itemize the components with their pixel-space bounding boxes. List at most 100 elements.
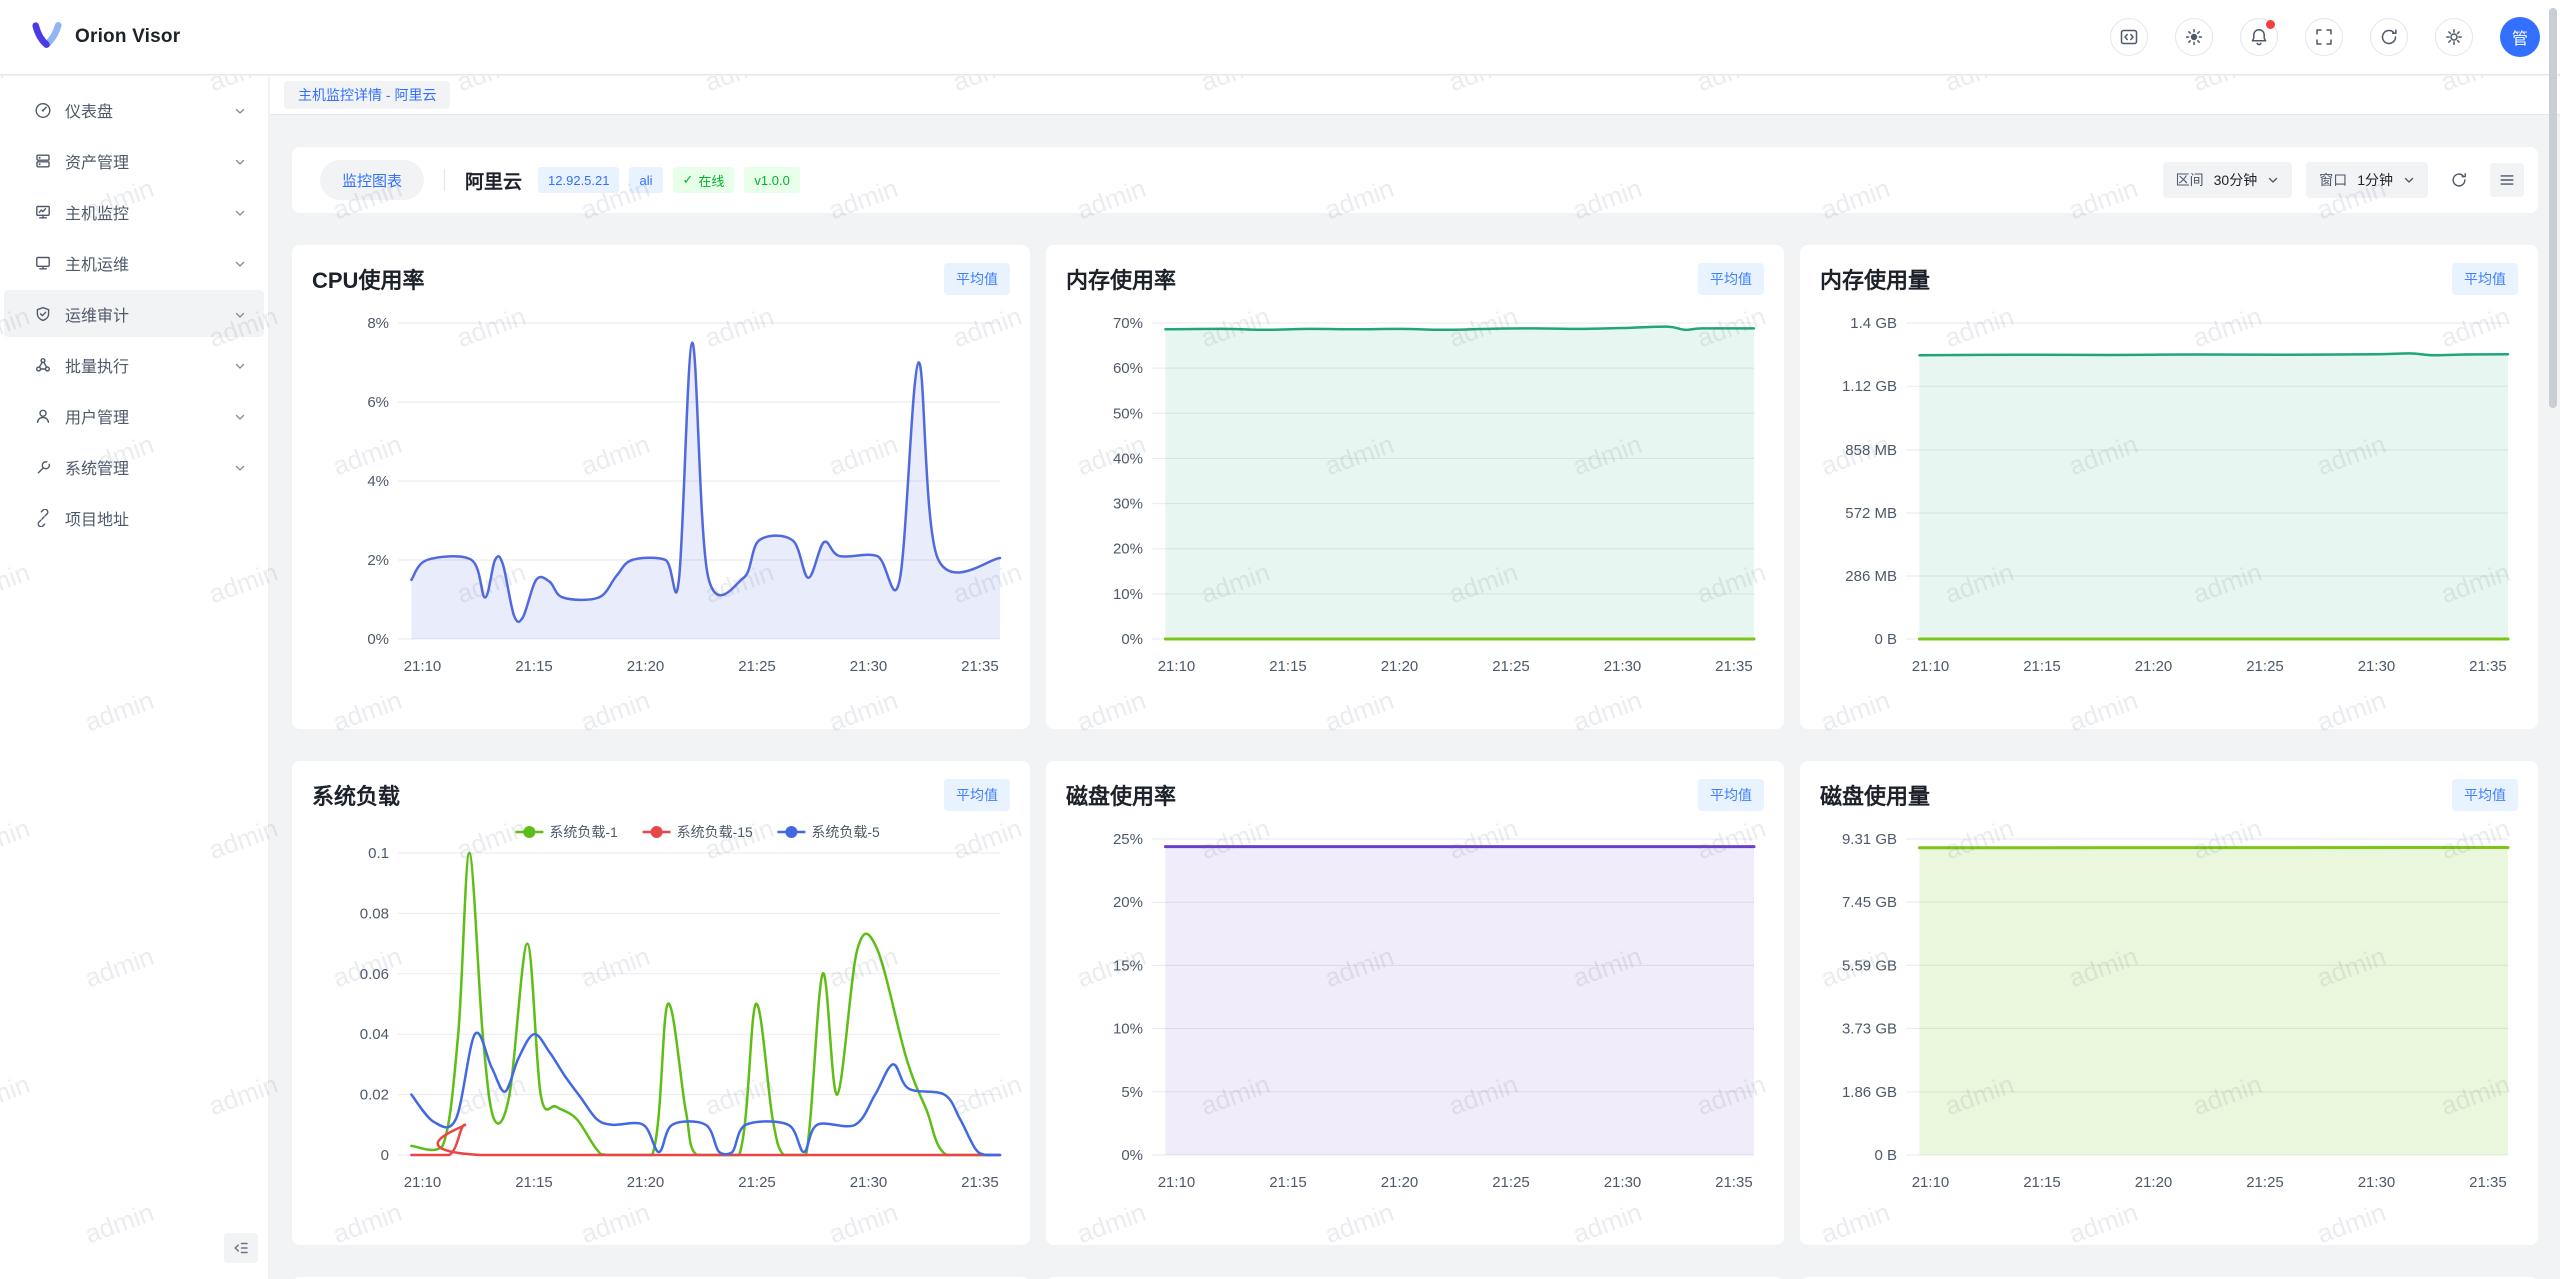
- host-toolbar: 监控图表 阿里云 12.92.5.21 ali ✓ 在线 v1.0.0 区间 3…: [292, 147, 2538, 213]
- chevron-down-icon: [234, 104, 246, 116]
- disk-usage-rate-chart: 0%5%10%15%20%25%21:1021:1521:2021:2521:3…: [1066, 819, 1764, 1215]
- chart-card-memory-usage-rate: 内存使用率平均值0%10%20%30%40%50%60%70%21:1021:1…: [1046, 245, 1784, 729]
- svg-text:21:15: 21:15: [1269, 658, 1307, 675]
- assets-icon: [34, 152, 52, 170]
- host-status-badge: ✓ 在线: [673, 167, 735, 193]
- app-title: Orion Visor: [75, 26, 180, 48]
- svg-text:21:25: 21:25: [738, 658, 776, 675]
- svg-text:21:25: 21:25: [1492, 658, 1530, 675]
- notification-icon: [2249, 27, 2269, 47]
- sidebar-item-user-mgmt[interactable]: 用户管理: [4, 392, 264, 439]
- cpu-usage-chart: 0%2%4%6%8%21:1021:1521:2021:2521:3021:35: [312, 303, 1010, 699]
- fullscreen-icon: [2314, 27, 2334, 47]
- svg-text:50%: 50%: [1113, 405, 1143, 422]
- chart-card-memory-usage-amount: 内存使用量平均值0 B286 MB572 MB858 MB1.12 GB1.4 …: [1800, 245, 2538, 729]
- refresh-icon: [2450, 171, 2468, 189]
- monitor-chart-tab[interactable]: 监控图表: [320, 160, 424, 200]
- chart-menu-button[interactable]: [2490, 163, 2524, 197]
- svg-text:21:10: 21:10: [1158, 1174, 1196, 1191]
- svg-text:21:25: 21:25: [738, 1174, 776, 1191]
- host-monitor-icon: [34, 203, 52, 221]
- chart-title: 系统负载: [312, 779, 400, 811]
- chart-card-header: 内存使用量平均值: [1820, 263, 2518, 295]
- window-select[interactable]: 窗口 1分钟: [2306, 162, 2428, 198]
- code-icon: [2119, 27, 2139, 47]
- svg-text:0.02: 0.02: [360, 1087, 389, 1104]
- fullscreen-button[interactable]: [2305, 18, 2343, 56]
- svg-text:4%: 4%: [367, 473, 389, 490]
- host-ops-icon: [34, 254, 52, 272]
- svg-text:21:15: 21:15: [2023, 1174, 2061, 1191]
- chart-card-header: 系统负载 平均值: [312, 779, 1010, 811]
- sidebar-collapse-button[interactable]: [224, 1233, 258, 1263]
- menu-icon: [2498, 171, 2516, 189]
- svg-text:10%: 10%: [1113, 1021, 1143, 1038]
- chart-card-header: 磁盘使用量平均值: [1820, 779, 2518, 811]
- sidebar-item-label: 用户管理: [65, 404, 129, 428]
- user-icon: [34, 407, 52, 425]
- chevron-down-icon: [234, 461, 246, 473]
- content: 监控图表 阿里云 12.92.5.21 ali ✓ 在线 v1.0.0 区间 3…: [270, 115, 2560, 1279]
- avatar[interactable]: 管: [2500, 17, 2540, 57]
- aggregation-badge: 平均值: [2452, 263, 2518, 295]
- svg-text:0 B: 0 B: [1874, 1147, 1897, 1164]
- refresh-button[interactable]: [2442, 163, 2476, 197]
- memory-usage-rate-chart: 0%10%20%30%40%50%60%70%21:1021:1521:2021…: [1066, 303, 1764, 699]
- sidebar-item-label: 运维审计: [65, 302, 129, 326]
- svg-text:1.4 GB: 1.4 GB: [1850, 315, 1897, 332]
- aggregation-badge: 平均值: [944, 779, 1010, 811]
- svg-text:21:25: 21:25: [2246, 1174, 2284, 1191]
- svg-text:286 MB: 286 MB: [1845, 568, 1897, 585]
- sidebar-item-dashboard[interactable]: 仪表盘: [4, 86, 264, 133]
- svg-text:2%: 2%: [367, 552, 389, 569]
- sidebar-item-assets[interactable]: 资产管理: [4, 137, 264, 184]
- scrollbar-thumb[interactable]: [2549, 8, 2557, 408]
- svg-text:0: 0: [381, 1147, 389, 1164]
- svg-text:21:30: 21:30: [1604, 658, 1642, 675]
- svg-text:21:10: 21:10: [404, 1174, 442, 1191]
- code-button[interactable]: [2110, 18, 2148, 56]
- svg-text:系统负载-1: 系统负载-1: [549, 824, 618, 840]
- svg-text:5.59 GB: 5.59 GB: [1842, 957, 1897, 974]
- settings-button[interactable]: [2435, 18, 2473, 56]
- app-logo[interactable]: Orion Visor: [30, 21, 180, 53]
- window-label: 窗口: [2319, 170, 2347, 190]
- svg-text:25%: 25%: [1113, 831, 1143, 848]
- theme-button[interactable]: [2175, 18, 2213, 56]
- memory-usage-amount-chart: 0 B286 MB572 MB858 MB1.12 GB1.4 GB21:102…: [1820, 303, 2518, 699]
- tab-bar: 主机监控详情 - 阿里云: [270, 76, 2560, 115]
- svg-text:0%: 0%: [1121, 631, 1143, 648]
- svg-text:9.31 GB: 9.31 GB: [1842, 831, 1897, 848]
- sidebar-item-project-link[interactable]: 项目地址: [4, 494, 264, 541]
- sidebar-item-host-monitoring[interactable]: 主机监控: [4, 188, 264, 235]
- chevron-down-icon: [234, 410, 246, 422]
- sidebar-item-ops-audit[interactable]: 运维审计: [4, 290, 264, 337]
- svg-text:21:10: 21:10: [1158, 658, 1196, 675]
- host-monitor-icon: [34, 203, 52, 221]
- svg-text:0.06: 0.06: [360, 966, 389, 983]
- chevron-down-icon: [2267, 174, 2279, 186]
- svg-text:0.1: 0.1: [368, 845, 389, 862]
- svg-text:21:15: 21:15: [515, 658, 553, 675]
- sidebar-item-host-ops[interactable]: 主机运维: [4, 239, 264, 286]
- aggregation-badge: 平均值: [2452, 779, 2518, 811]
- svg-text:0 B: 0 B: [1874, 631, 1897, 648]
- svg-text:系统负载-15: 系统负载-15: [677, 824, 753, 840]
- sidebar-item-label: 项目地址: [65, 506, 129, 530]
- breadcrumb-tab[interactable]: 主机监控详情 - 阿里云: [284, 81, 450, 109]
- sidebar: 仪表盘资产管理主机监控主机运维运维审计批量执行用户管理系统管理项目地址: [0, 76, 269, 1279]
- chevron-down-icon: [234, 308, 246, 320]
- sidebar-item-batch-exec[interactable]: 批量执行: [4, 341, 264, 388]
- interval-select[interactable]: 区间 30分钟: [2163, 162, 2293, 198]
- aggregation-badge: 平均值: [1698, 779, 1764, 811]
- chevron-down-icon: [234, 257, 246, 269]
- svg-text:0.08: 0.08: [360, 905, 389, 922]
- svg-text:60%: 60%: [1113, 360, 1143, 377]
- notification-button[interactable]: [2240, 18, 2278, 56]
- host-tag-badge: ali: [629, 167, 662, 193]
- svg-text:0%: 0%: [1121, 1147, 1143, 1164]
- sidebar-item-system-mgmt[interactable]: 系统管理: [4, 443, 264, 490]
- svg-text:21:10: 21:10: [1912, 1174, 1950, 1191]
- dashboard-icon: [34, 101, 52, 119]
- refresh-button[interactable]: [2370, 18, 2408, 56]
